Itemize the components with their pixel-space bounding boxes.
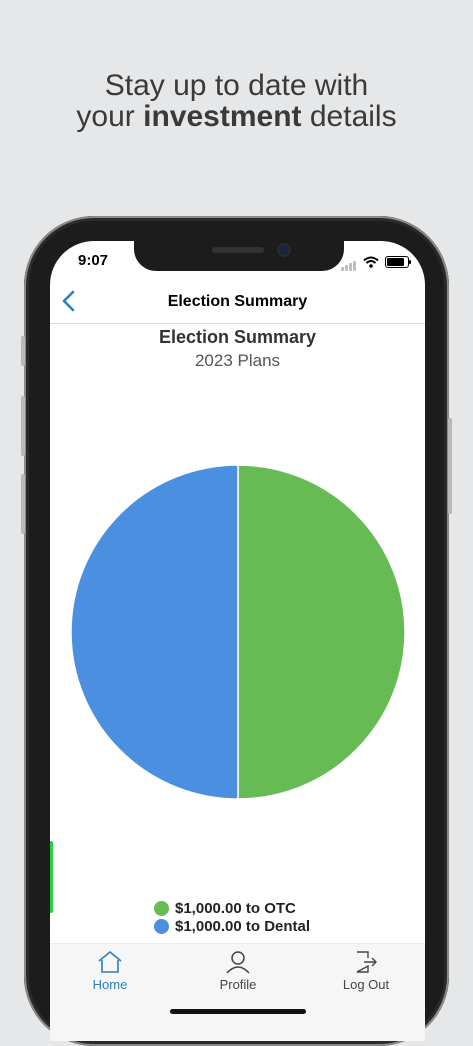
chart-legend: $1,000.00 to OTC $1,000.00 to Dental	[154, 899, 310, 935]
tab-home-label: Home	[92, 977, 128, 992]
person-icon	[226, 951, 250, 974]
battery-icon	[385, 256, 411, 268]
volume-down-button	[21, 474, 25, 534]
tab-bar: Home Profile Log Out	[50, 943, 425, 1041]
pie-chart	[70, 464, 406, 800]
front-camera	[279, 245, 289, 255]
promo-line-2-pre: your	[76, 100, 135, 133]
wifi-icon	[363, 256, 379, 268]
tab-home[interactable]: Home	[60, 950, 160, 992]
status-icons	[341, 253, 411, 271]
nav-title: Election Summary	[167, 293, 308, 310]
speaker	[212, 247, 264, 253]
legend-label-dental: $1,000.00 to Dental	[175, 917, 311, 935]
promo-line-2-post: details	[309, 100, 397, 133]
chart-title: Election Summary	[158, 327, 317, 347]
mute-switch	[21, 336, 25, 366]
signal-icon	[341, 253, 357, 271]
app-screen: 9:07 Election Summary Election Summary 2…	[50, 241, 425, 1041]
legend-swatch-otc	[154, 900, 169, 916]
tab-logout[interactable]: Log Out	[316, 950, 416, 992]
power-button	[448, 418, 452, 514]
promo-line-2: your investment details	[0, 101, 473, 132]
home-indicator	[170, 1009, 306, 1014]
tab-profile-label: Profile	[219, 977, 257, 992]
tab-logout-label: Log Out	[342, 977, 390, 992]
logout-icon	[356, 951, 377, 973]
legend-swatch-dental	[154, 918, 169, 934]
promo-line-1: Stay up to date with	[104, 69, 369, 102]
navigation-bar: Election Summary	[50, 281, 425, 324]
legend-label-otc: $1,000.00 to OTC	[175, 899, 296, 917]
status-time: 9:07	[78, 252, 109, 269]
volume-up-button	[21, 396, 25, 456]
edge-indicator	[50, 841, 53, 913]
home-icon	[98, 951, 122, 973]
pie-slice-otc	[237, 464, 406, 800]
notch	[134, 241, 344, 271]
pie-slice-dental	[70, 464, 239, 800]
legend-item-otc: $1,000.00 to OTC	[154, 899, 310, 917]
tab-profile[interactable]: Profile	[188, 950, 288, 992]
promo-line-2-bold: investment	[143, 100, 302, 133]
legend-item-dental: $1,000.00 to Dental	[154, 917, 310, 935]
promo-headline: Stay up to date with your investment det…	[0, 70, 473, 132]
chart-subtitle: 2023 Plans	[194, 351, 281, 370]
